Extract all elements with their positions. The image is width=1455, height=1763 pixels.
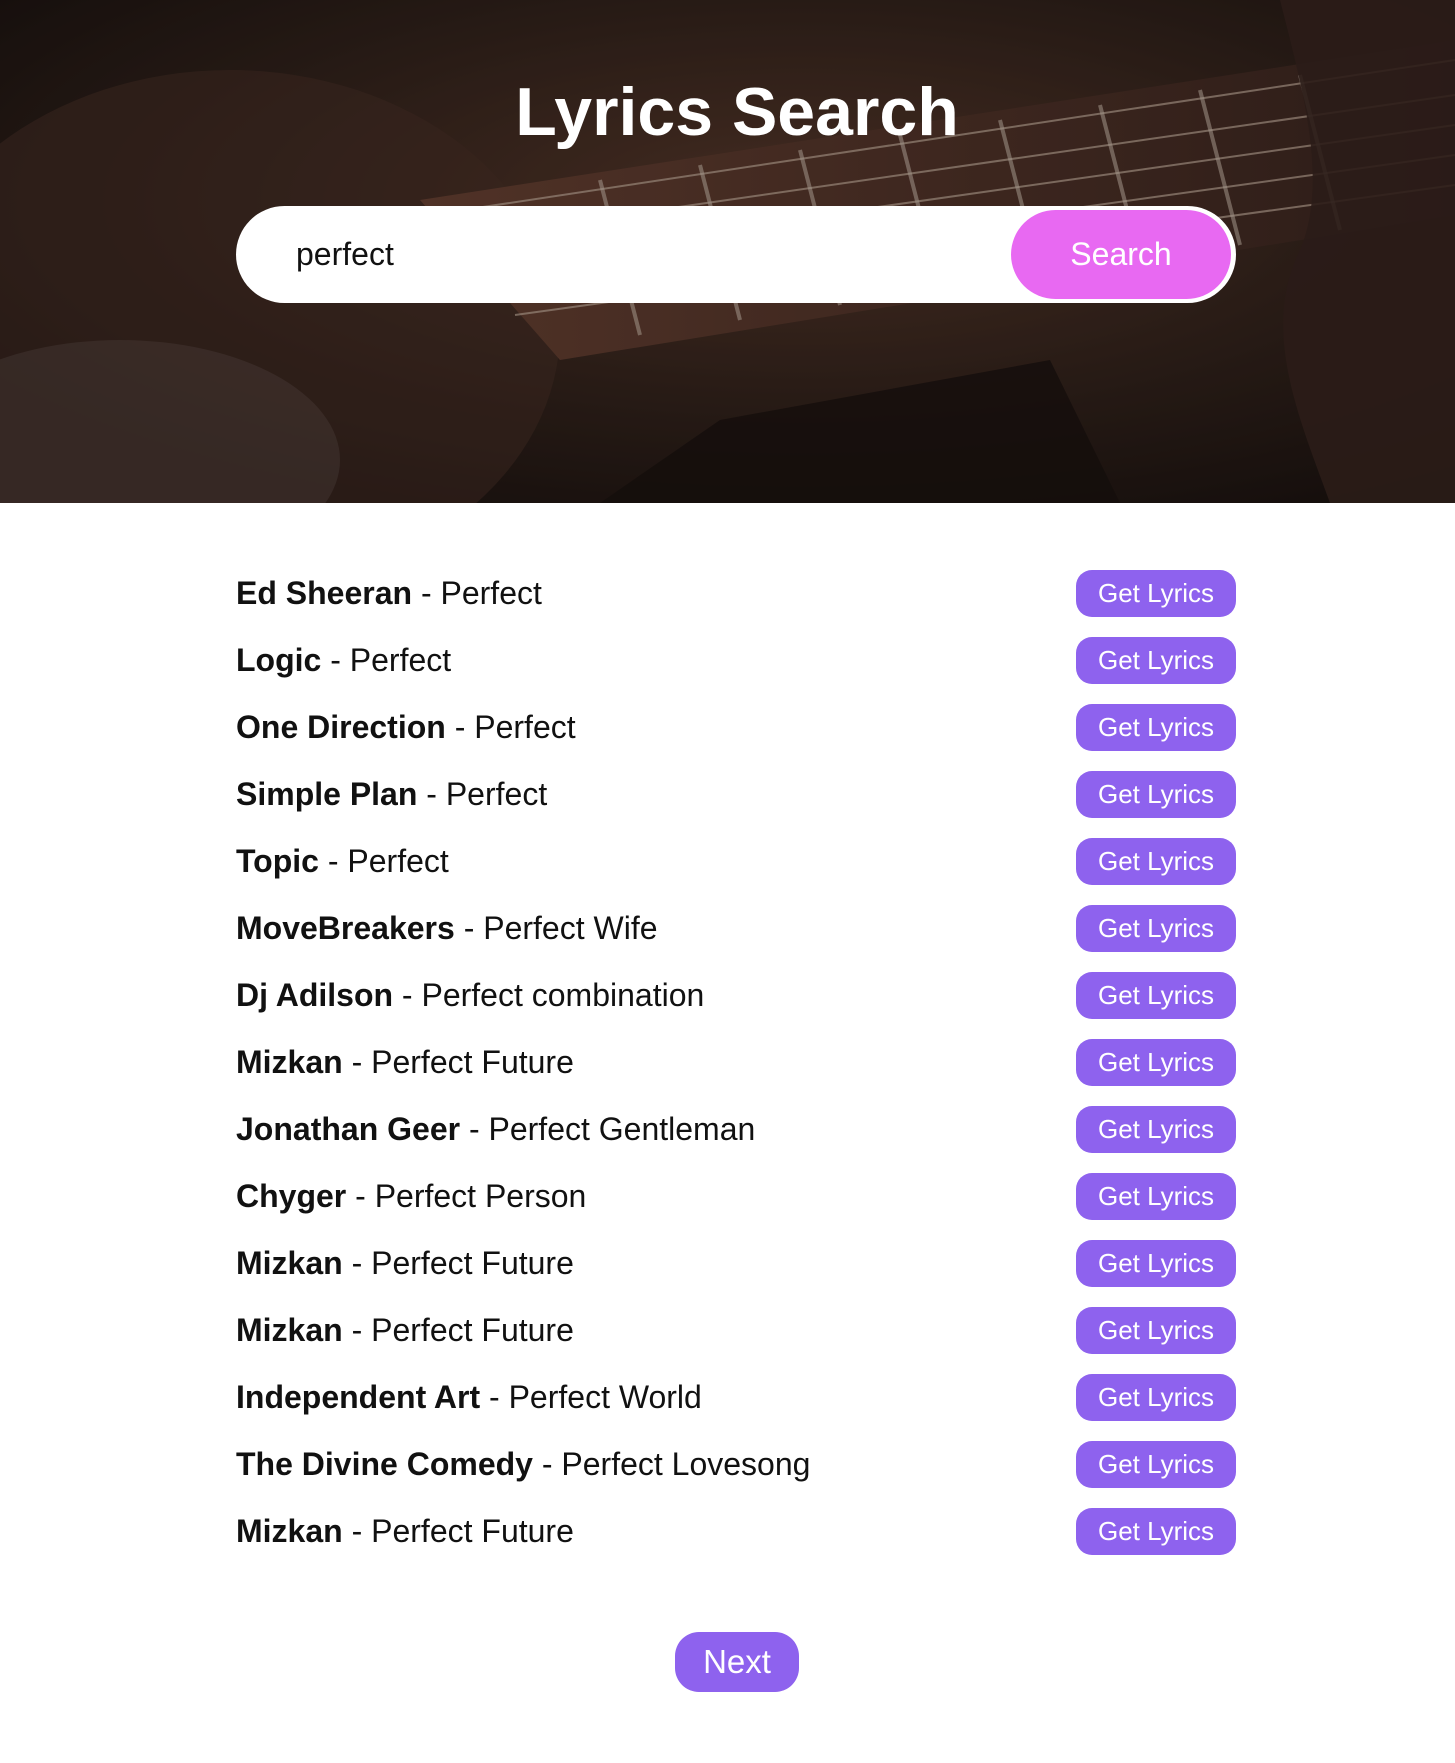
get-lyrics-button[interactable]: Get Lyrics (1076, 637, 1236, 684)
artist-name: Jonathan Geer (236, 1111, 461, 1147)
separator: - (480, 1379, 509, 1415)
get-lyrics-button[interactable]: Get Lyrics (1076, 1508, 1236, 1555)
song-info: MoveBreakers - Perfect Wife (236, 910, 658, 947)
song-title: Perfect Future (371, 1044, 574, 1080)
get-lyrics-button[interactable]: Get Lyrics (1076, 704, 1236, 751)
separator: - (346, 1178, 375, 1214)
separator: - (412, 575, 441, 611)
next-page-button[interactable]: Next (675, 1632, 799, 1692)
artist-name: Topic (236, 843, 319, 879)
get-lyrics-button[interactable]: Get Lyrics (1076, 1307, 1236, 1354)
song-title: Perfect (347, 843, 449, 879)
song-info: Logic - Perfect (236, 642, 451, 679)
separator: - (342, 1312, 372, 1348)
result-item: Simple Plan - Perfect Get Lyrics (236, 761, 1236, 828)
song-title: Perfect (445, 776, 548, 812)
song-title: Perfect Lovesong (561, 1446, 811, 1482)
result-item: MoveBreakers - Perfect Wife Get Lyrics (236, 895, 1236, 962)
get-lyrics-button[interactable]: Get Lyrics (1076, 1441, 1236, 1488)
get-lyrics-button[interactable]: Get Lyrics (1076, 1374, 1236, 1421)
get-lyrics-button[interactable]: Get Lyrics (1076, 1173, 1236, 1220)
separator: - (342, 1044, 372, 1080)
result-item: Chyger - Perfect Person Get Lyrics (236, 1163, 1236, 1230)
artist-name: Independent Art (236, 1379, 481, 1415)
separator: - (321, 642, 350, 678)
artist-name: Mizkan (236, 1245, 343, 1281)
artist-name: Dj Adilson (236, 977, 394, 1013)
song-info: Ed Sheeran - Perfect (236, 575, 542, 612)
result-item: Mizkan - Perfect Future Get Lyrics (236, 1498, 1236, 1565)
song-info: Topic - Perfect (236, 843, 449, 880)
get-lyrics-button[interactable]: Get Lyrics (1076, 570, 1236, 617)
page-title: Lyrics Search (515, 74, 959, 150)
search-form: Search (236, 206, 1236, 303)
song-title: Perfect World (508, 1379, 702, 1415)
result-item: Mizkan - Perfect Future Get Lyrics (236, 1029, 1236, 1096)
song-info: The Divine Comedy - Perfect Lovesong (236, 1446, 810, 1483)
separator: - (445, 709, 475, 745)
get-lyrics-button[interactable]: Get Lyrics (1076, 1039, 1236, 1086)
song-title: Perfect Future (371, 1312, 574, 1348)
search-input[interactable] (296, 206, 986, 303)
result-item: Logic - Perfect Get Lyrics (236, 627, 1236, 694)
separator: - (393, 977, 422, 1013)
song-info: Independent Art - Perfect World (236, 1379, 702, 1416)
get-lyrics-button[interactable]: Get Lyrics (1076, 972, 1236, 1019)
artist-name: Ed Sheeran (236, 575, 413, 611)
song-title: Perfect Future (371, 1245, 574, 1281)
separator: - (318, 843, 348, 879)
separator: - (342, 1513, 372, 1549)
artist-name: The Divine Comedy (236, 1446, 533, 1482)
result-item: Dj Adilson - Perfect combination Get Lyri… (236, 962, 1236, 1029)
artist-name: Logic (236, 642, 322, 678)
result-item: Independent Art - Perfect World Get Lyric… (236, 1364, 1236, 1431)
result-item: Mizkan - Perfect Future Get Lyrics (236, 1230, 1236, 1297)
artist-name: One Direction (236, 709, 446, 745)
result-item: Mizkan - Perfect Future Get Lyrics (236, 1297, 1236, 1364)
song-title: Perfect Gentleman (488, 1111, 756, 1147)
search-button[interactable]: Search (1011, 210, 1231, 299)
separator: - (342, 1245, 372, 1281)
artist-name: Mizkan (236, 1044, 343, 1080)
artist-name: Chyger (236, 1178, 347, 1214)
get-lyrics-button[interactable]: Get Lyrics (1076, 771, 1236, 818)
song-title: Perfect (349, 642, 452, 678)
result-item: One Direction - Perfect Get Lyrics (236, 694, 1236, 761)
song-info: Jonathan Geer - Perfect Gentleman (236, 1111, 755, 1148)
song-title: Perfect Person (374, 1178, 587, 1214)
get-lyrics-button[interactable]: Get Lyrics (1076, 1240, 1236, 1287)
song-info: Chyger - Perfect Person (236, 1178, 586, 1215)
song-info: One Direction - Perfect (236, 709, 576, 746)
result-item: Ed Sheeran - Perfect Get Lyrics (236, 560, 1236, 627)
hero-banner: Lyrics Search Search (0, 0, 1455, 503)
separator: - (417, 776, 446, 812)
artist-name: MoveBreakers (236, 910, 455, 946)
song-title: Perfect Wife (483, 910, 658, 946)
song-info: Mizkan - Perfect Future (236, 1513, 574, 1550)
results-list: Ed Sheeran - Perfect Get Lyrics Logic - Pe… (236, 560, 1236, 1565)
song-title: Perfect combination (421, 977, 705, 1013)
song-info: Dj Adilson - Perfect combination (236, 977, 704, 1014)
separator: - (532, 1446, 562, 1482)
song-info: Mizkan - Perfect Future (236, 1312, 574, 1349)
separator: - (454, 910, 484, 946)
song-info: Mizkan - Perfect Future (236, 1044, 574, 1081)
artist-name: Simple Plan (236, 776, 418, 812)
result-item: The Divine Comedy - Perfect Lovesong Get … (236, 1431, 1236, 1498)
artist-name: Mizkan (236, 1312, 343, 1348)
song-title: Perfect (474, 709, 576, 745)
song-title: Perfect Future (371, 1513, 574, 1549)
result-item: Topic - Perfect Get Lyrics (236, 828, 1236, 895)
song-title: Perfect (440, 575, 542, 611)
result-item: Jonathan Geer - Perfect Gentleman Get Lyr… (236, 1096, 1236, 1163)
song-info: Mizkan - Perfect Future (236, 1245, 574, 1282)
get-lyrics-button[interactable]: Get Lyrics (1076, 1106, 1236, 1153)
get-lyrics-button[interactable]: Get Lyrics (1076, 905, 1236, 952)
get-lyrics-button[interactable]: Get Lyrics (1076, 838, 1236, 885)
artist-name: Mizkan (236, 1513, 343, 1549)
separator: - (460, 1111, 489, 1147)
song-info: Simple Plan - Perfect (236, 776, 547, 813)
